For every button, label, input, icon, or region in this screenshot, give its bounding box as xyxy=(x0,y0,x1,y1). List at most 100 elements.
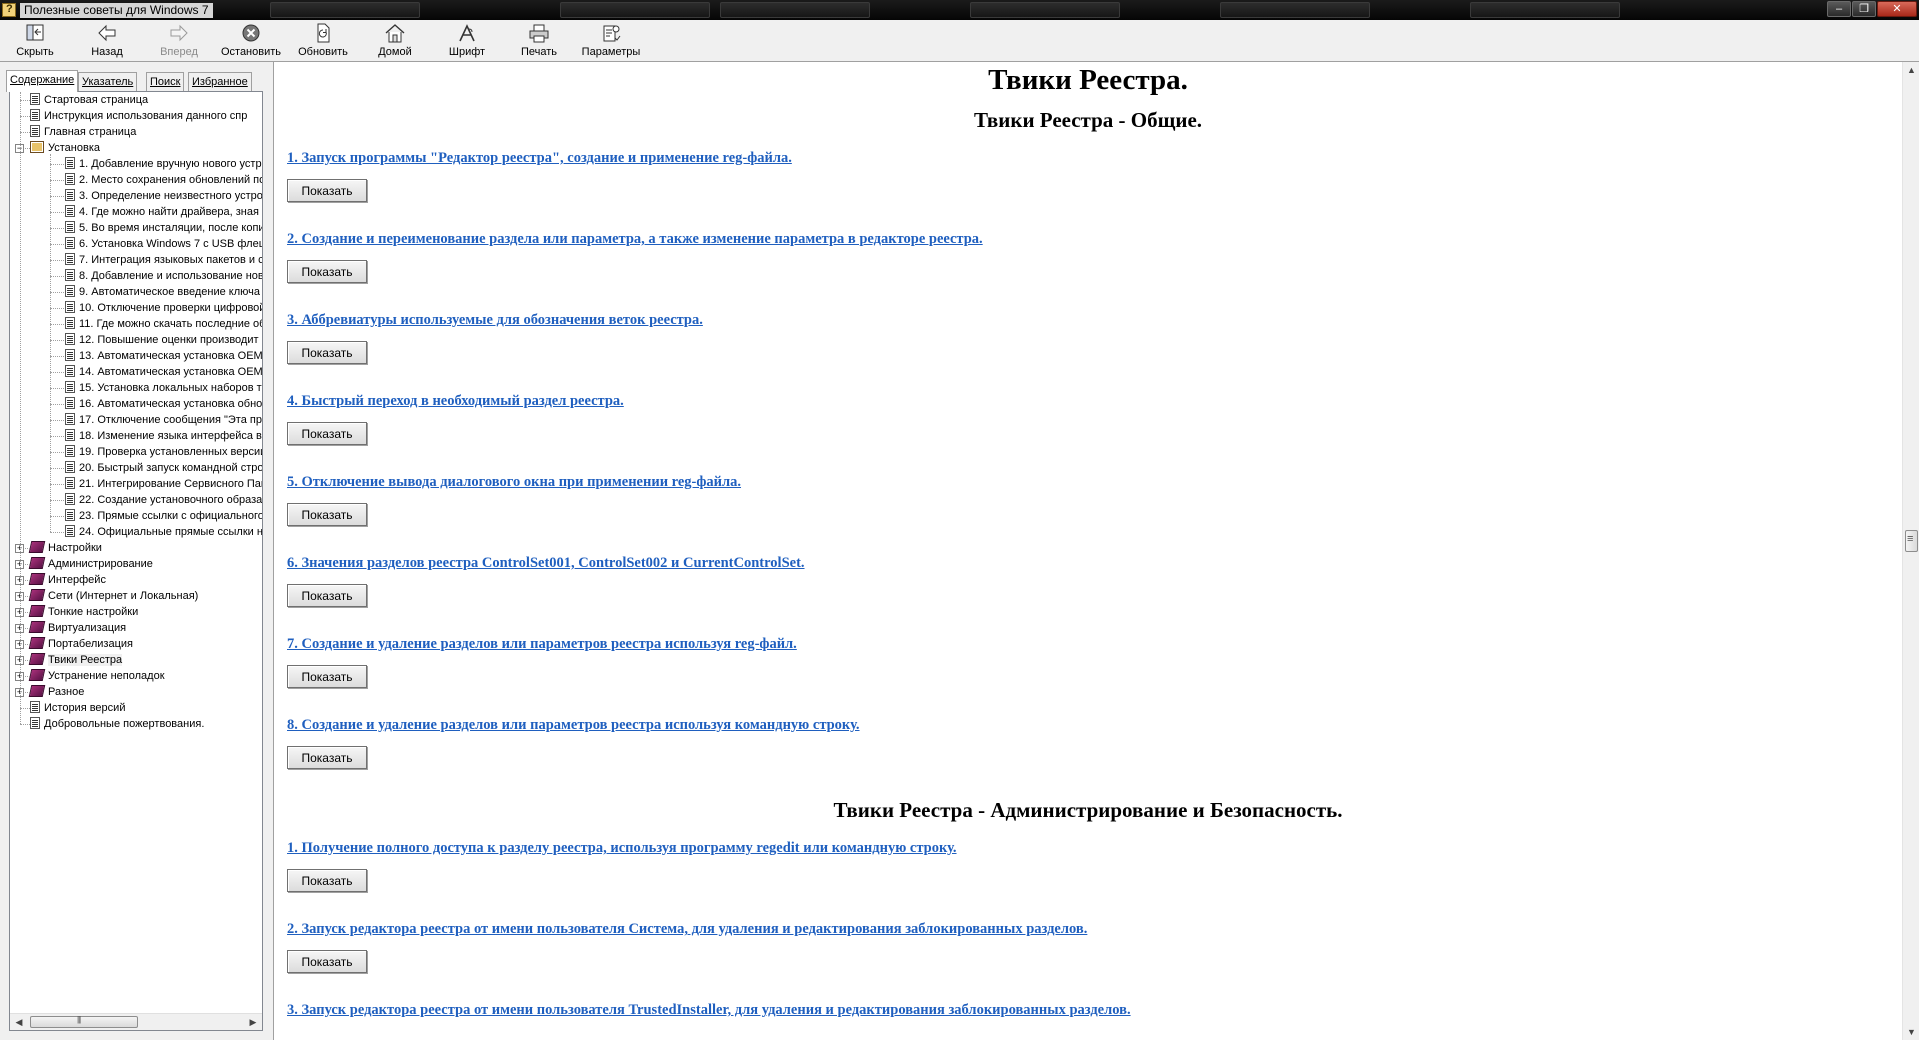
tree-page-item[interactable]: 16. Автоматическая установка обно xyxy=(65,396,262,412)
tree-connector-line xyxy=(20,100,30,101)
scroll-left-icon[interactable]: ◀ xyxy=(12,1016,26,1029)
print-icon xyxy=(526,22,552,44)
tree-page-item[interactable]: 17. Отключение сообщения "Эта про xyxy=(65,412,262,428)
page-icon xyxy=(65,285,75,297)
tree-book-item[interactable]: Разное xyxy=(28,684,84,700)
show-button[interactable]: Показать xyxy=(287,503,367,526)
back-button[interactable]: Назад xyxy=(74,22,140,60)
tree-page-item[interactable]: Главная страница xyxy=(30,124,136,140)
tree-page-item[interactable]: 21. Интегрирование Сервисного Пак xyxy=(65,476,262,492)
section-heading: Твики Реестра - Администрирование и Безо… xyxy=(833,798,1343,822)
minimize-button[interactable]: ‒ xyxy=(1827,1,1851,17)
forward-button[interactable]: Вперед xyxy=(146,22,212,60)
article-link[interactable]: 5. Отключение вывода диалогового окна пр… xyxy=(287,474,741,491)
print-button[interactable]: Печать xyxy=(506,22,572,60)
tree-page-item[interactable]: 19. Проверка установленных версии xyxy=(65,444,262,460)
tree-page-item[interactable]: 5. Во время инсталяции, после копи xyxy=(65,220,262,236)
tree-page-item[interactable]: 20. Быстрый запуск командной стро xyxy=(65,460,262,476)
open-book-icon xyxy=(30,141,44,153)
show-button[interactable]: Показать xyxy=(287,179,367,202)
tab-favorites[interactable]: Избранное xyxy=(188,72,252,91)
window-title: Полезные советы для Windows 7 xyxy=(20,3,213,18)
options-button[interactable]: Параметры xyxy=(578,22,644,60)
article-link[interactable]: 8. Создание и удаление разделов или пара… xyxy=(287,717,860,734)
tree-page-item[interactable]: 11. Где можно скачать последние об xyxy=(65,316,262,332)
tree-page-item[interactable]: 23. Прямые ссылки с официального xyxy=(65,508,262,524)
article-link[interactable]: 7. Создание и удаление разделов или пара… xyxy=(287,636,797,653)
show-button[interactable]: Показать xyxy=(287,260,367,283)
tree-book-item[interactable]: Настройки xyxy=(28,540,102,556)
content-vertical-scrollbar[interactable]: ▲ ▼ xyxy=(1902,62,1919,1040)
tree-page-item[interactable]: 2. Место сохранения обновлений по xyxy=(65,172,262,188)
tree-book-item[interactable]: Тонкие настройки xyxy=(28,604,138,620)
tree-page-item[interactable]: 7. Интеграция языковых пакетов и с xyxy=(65,252,262,268)
show-button[interactable]: Показать xyxy=(287,746,367,769)
article-link[interactable]: 6. Значения разделов реестра ControlSet0… xyxy=(287,555,805,572)
show-button[interactable]: Показать xyxy=(287,584,367,607)
home-button[interactable]: Домой xyxy=(362,22,428,60)
tree-page-item[interactable]: 13. Автоматическая установка OEM xyxy=(65,348,262,364)
tree-book-item[interactable]: Установка xyxy=(30,140,100,156)
tree-connector-line xyxy=(50,468,64,469)
tree-page-item[interactable]: 22. Создание установочного образа xyxy=(65,492,262,508)
show-button[interactable]: Показать xyxy=(287,950,367,973)
tree-page-item[interactable]: 12. Повышение оценки производит xyxy=(65,332,259,348)
tree-book-item[interactable]: Интерфейс xyxy=(28,572,106,588)
tree-page-item[interactable]: 18. Изменение языка интерфейса в xyxy=(65,428,262,444)
tree-book-item[interactable]: Устранение неполадок xyxy=(28,668,165,684)
stop-button[interactable]: Остановить xyxy=(218,22,284,60)
tab-contents[interactable]: Содержание xyxy=(6,70,79,92)
tree-book-item[interactable]: Администрирование xyxy=(28,556,153,572)
tab-search[interactable]: Поиск xyxy=(146,72,185,91)
tree-page-item[interactable]: 6. Установка Windows 7 с USB флеш xyxy=(65,236,262,252)
tree-page-item[interactable]: 10. Отключение проверки цифровой xyxy=(65,300,262,316)
tree-page-item[interactable]: Стартовая страница xyxy=(30,92,148,108)
tree-book-item[interactable]: Твики Реестра xyxy=(28,652,123,668)
scroll-up-icon[interactable]: ▲ xyxy=(1905,63,1918,77)
show-button[interactable]: Показать xyxy=(287,422,367,445)
page-icon xyxy=(65,365,75,377)
tree-page-item[interactable]: Добровольные пожертвования. xyxy=(30,716,204,732)
show-button[interactable]: Показать xyxy=(287,341,367,364)
tree-book-item[interactable]: Портабелизация xyxy=(28,636,133,652)
tree-page-item[interactable]: 1. Добавление вручную нового устр xyxy=(65,156,262,172)
tree-page-item[interactable]: 24. Официальные прямые ссылки на xyxy=(65,524,262,540)
tree-page-item[interactable]: История версий xyxy=(30,700,125,716)
close-button[interactable]: ✕ xyxy=(1877,1,1917,17)
book-icon xyxy=(28,669,46,681)
scroll-down-icon[interactable]: ▼ xyxy=(1905,1025,1918,1039)
tree-page-item[interactable]: 14. Автоматическая установка OEM xyxy=(65,364,262,380)
page-icon xyxy=(65,237,75,249)
scroll-right-icon[interactable]: ▶ xyxy=(246,1016,260,1029)
page-icon xyxy=(65,525,75,537)
tree-page-item[interactable]: 15. Установка локальных наборов т xyxy=(65,380,262,396)
tree-book-item[interactable]: Виртуализация xyxy=(28,620,126,636)
tree-page-item[interactable]: 9. Автоматическое введение ключа xyxy=(65,284,260,300)
article-link[interactable]: 2. Запуск редактора реестра от имени пол… xyxy=(287,921,1087,938)
hide-button[interactable]: Скрыть xyxy=(2,22,68,60)
font-button[interactable]: Шрифт xyxy=(434,22,500,60)
tree-page-item[interactable]: 8. Добавление и использование нов xyxy=(65,268,262,284)
refresh-button[interactable]: Обновить xyxy=(290,22,356,60)
tree-item-label: 23. Прямые ссылки с официального xyxy=(79,510,262,522)
article-link[interactable]: 3. Аббревиатуры используемые для обознач… xyxy=(287,312,703,329)
scroll-thumb[interactable] xyxy=(1905,530,1918,552)
pane-splitter[interactable] xyxy=(266,62,273,1040)
article-link[interactable]: 2. Создание и переименование раздела или… xyxy=(287,231,983,248)
tree-page-item[interactable]: 4. Где можно найти драйвера, зная ' xyxy=(65,204,262,220)
maximize-button[interactable]: ❐ xyxy=(1852,1,1876,17)
stop-label: Остановить xyxy=(220,46,282,58)
contents-tree: Стартовая страница Инструкция использован… xyxy=(10,92,262,1012)
show-button[interactable]: Показать xyxy=(287,665,367,688)
tree-horizontal-scrollbar[interactable]: ◀ ▶ xyxy=(10,1013,262,1030)
tree-book-item[interactable]: Сети (Интернет и Локальная) xyxy=(28,588,198,604)
article-link[interactable]: 4. Быстрый переход в необходимый раздел … xyxy=(287,393,624,410)
article-link[interactable]: 1. Получение полного доступа к разделу р… xyxy=(287,840,957,857)
show-button[interactable]: Показать xyxy=(287,869,367,892)
tab-index[interactable]: Указатель xyxy=(78,72,138,91)
article-link[interactable]: 1. Запуск программы "Редактор реестра", … xyxy=(287,150,792,167)
tree-page-item[interactable]: Инструкция использования данного спр xyxy=(30,108,247,124)
scroll-thumb[interactable] xyxy=(30,1015,138,1028)
article-link[interactable]: 3. Запуск редактора реестра от имени пол… xyxy=(287,1002,1131,1019)
tree-page-item[interactable]: 3. Определение неизвестного устро xyxy=(65,188,262,204)
